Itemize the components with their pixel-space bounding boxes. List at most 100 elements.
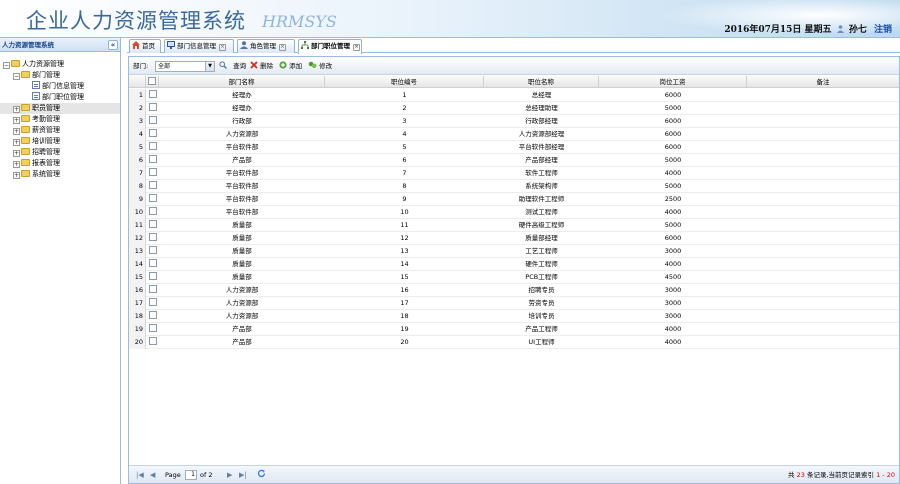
row-checkbox[interactable] bbox=[148, 324, 157, 332]
close-icon[interactable]: × bbox=[353, 44, 360, 51]
row-select-cell bbox=[146, 115, 159, 128]
prev-page-icon[interactable]: ◀ bbox=[150, 466, 155, 484]
col-header-dept[interactable]: 部门名称 bbox=[159, 76, 325, 88]
table-row[interactable]: 17 人力资源部 17 劳资专员 3000 bbox=[129, 297, 899, 310]
row-checkbox[interactable] bbox=[148, 181, 157, 189]
row-checkbox[interactable] bbox=[148, 233, 157, 241]
expand-icon[interactable]: + bbox=[13, 106, 20, 113]
dept-filter-select[interactable]: 全部 ▼ bbox=[155, 61, 215, 72]
tree-node-dept-management[interactable]: − 部门管理 bbox=[0, 70, 120, 81]
first-page-icon[interactable]: |◀ bbox=[136, 466, 144, 484]
expand-icon[interactable]: + bbox=[13, 128, 20, 135]
row-checkbox[interactable] bbox=[148, 168, 157, 176]
last-page-icon[interactable]: ▶| bbox=[239, 466, 247, 484]
row-checkbox[interactable] bbox=[148, 142, 157, 150]
row-checkbox[interactable] bbox=[148, 246, 157, 254]
table-row[interactable]: 4 人力资源部 4 人力资源部经理 6000 bbox=[129, 128, 899, 141]
table-row[interactable]: 18 人力资源部 18 培训专员 3000 bbox=[129, 310, 899, 323]
tree-node-salary[interactable]: + 薪资管理 bbox=[0, 125, 120, 136]
row-number: 16 bbox=[129, 284, 146, 297]
table-row[interactable]: 6 产品部 6 产品部经理 5000 bbox=[129, 154, 899, 167]
table-row[interactable]: 5 平台软件部 5 平台软件部经理 6000 bbox=[129, 141, 899, 154]
tree-node-staff-management[interactable]: + 职员管理 bbox=[0, 103, 120, 114]
tree-node-attendance[interactable]: + 考勤管理 bbox=[0, 114, 120, 125]
cell-position-name: 产品部经理 bbox=[525, 156, 558, 164]
table-row[interactable]: 1 经理办 1 总经理 6000 bbox=[129, 89, 899, 102]
table-row[interactable]: 7 平台软件部 7 软件工程师 4000 bbox=[129, 167, 899, 180]
cell-salary: 6000 bbox=[664, 91, 682, 99]
delete-button[interactable]: 删除 bbox=[250, 57, 273, 75]
row-checkbox[interactable] bbox=[148, 220, 157, 228]
row-number: 15 bbox=[129, 271, 146, 284]
row-checkbox[interactable] bbox=[148, 207, 157, 215]
row-checkbox[interactable] bbox=[148, 90, 157, 98]
tab-dept-info[interactable]: 部门信息管理 × bbox=[164, 39, 234, 53]
tab-home[interactable]: 首页 bbox=[129, 39, 161, 53]
expand-icon[interactable]: + bbox=[13, 117, 20, 124]
col-header-position-id[interactable]: 职位编号 bbox=[325, 76, 484, 88]
tab-role-management[interactable]: 角色管理 × bbox=[237, 39, 295, 53]
folder-icon bbox=[21, 104, 30, 111]
add-button[interactable]: 添加 bbox=[279, 57, 302, 75]
tree-node-dept-position[interactable]: 部门职位管理 bbox=[0, 92, 120, 103]
row-checkbox[interactable] bbox=[148, 337, 157, 345]
tree-node-dept-info[interactable]: 部门信息管理 bbox=[0, 81, 120, 92]
collapse-icon[interactable]: − bbox=[3, 62, 10, 69]
col-header-salary[interactable]: 岗位工资 bbox=[599, 76, 747, 88]
col-header-position-name[interactable]: 职位名称 bbox=[484, 76, 599, 88]
table-row[interactable]: 13 质量部 13 工艺工程师 3000 bbox=[129, 245, 899, 258]
close-icon[interactable]: × bbox=[219, 44, 226, 51]
cell-position-name: 硬件工程师 bbox=[525, 260, 558, 268]
refresh-icon[interactable] bbox=[257, 466, 266, 484]
next-page-icon[interactable]: ▶ bbox=[227, 466, 232, 484]
row-checkbox[interactable] bbox=[148, 129, 157, 137]
edit-button[interactable]: 修改 bbox=[308, 57, 332, 75]
table-row[interactable]: 19 产品部 19 产品工程师 4000 bbox=[129, 323, 899, 336]
row-checkbox[interactable] bbox=[148, 194, 157, 202]
sidebar: 人力资源管理系统 « − 人力资源管理 − 部门管理 部门信息管理 部门职位管理 +… bbox=[0, 38, 121, 484]
collapse-sidebar-button[interactable]: « bbox=[108, 40, 118, 50]
expand-icon[interactable]: + bbox=[13, 150, 20, 157]
row-checkbox[interactable] bbox=[148, 155, 157, 163]
table-row[interactable]: 15 质量部 15 PCB工程师 4500 bbox=[129, 271, 899, 284]
tree-node-recruitment[interactable]: + 招聘管理 bbox=[0, 147, 120, 158]
cell-position-id: 8 bbox=[402, 182, 407, 190]
table-row[interactable]: 2 经理办 2 总经理助理 5000 bbox=[129, 102, 899, 115]
chevron-down-icon[interactable]: ▼ bbox=[205, 62, 214, 71]
table-row[interactable]: 11 质量部 11 硬件高级工程师 5000 bbox=[129, 219, 899, 232]
expand-icon[interactable]: + bbox=[13, 161, 20, 168]
col-header-remark[interactable]: 备注 bbox=[747, 76, 899, 88]
table-row[interactable]: 9 平台软件部 9 助理软件工程师 2500 bbox=[129, 193, 899, 206]
expand-icon[interactable]: + bbox=[13, 172, 20, 179]
row-checkbox[interactable] bbox=[148, 259, 157, 267]
close-icon[interactable]: × bbox=[279, 44, 286, 51]
row-checkbox[interactable] bbox=[148, 311, 157, 319]
collapse-icon[interactable]: − bbox=[13, 73, 20, 80]
row-checkbox[interactable] bbox=[148, 285, 157, 293]
table-row[interactable]: 12 质量部 12 质量部经理 6000 bbox=[129, 232, 899, 245]
tree-node-hr-management[interactable]: − 人力资源管理 bbox=[0, 59, 120, 70]
table-row[interactable]: 10 平台软件部 10 测试工程师 4000 bbox=[129, 206, 899, 219]
cell-salary: 4000 bbox=[664, 338, 682, 346]
table-row[interactable]: 14 质量部 14 硬件工程师 4000 bbox=[129, 258, 899, 271]
row-checkbox[interactable] bbox=[148, 298, 157, 306]
page-number-input[interactable]: 1 bbox=[185, 470, 197, 480]
table-row[interactable]: 3 行政部 3 行政部经理 6000 bbox=[129, 115, 899, 128]
home-icon bbox=[132, 41, 140, 49]
tree-node-reports[interactable]: + 报表管理 bbox=[0, 158, 120, 169]
row-checkbox[interactable] bbox=[148, 272, 157, 280]
table-row[interactable]: 16 人力资源部 16 招聘专员 3000 bbox=[129, 284, 899, 297]
table-row[interactable]: 20 产品部 20 UI工程师 4000 bbox=[129, 336, 899, 349]
expand-icon[interactable]: + bbox=[13, 139, 20, 146]
row-select-cell bbox=[146, 258, 159, 271]
logout-link[interactable]: 注销 bbox=[874, 25, 892, 35]
tree-node-training[interactable]: + 培训管理 bbox=[0, 136, 120, 147]
select-all-checkbox[interactable] bbox=[148, 77, 156, 85]
tree-node-system[interactable]: + 系统管理 bbox=[0, 169, 120, 180]
cell-position-id: 17 bbox=[400, 299, 409, 307]
row-checkbox[interactable] bbox=[148, 103, 157, 111]
row-checkbox[interactable] bbox=[148, 116, 157, 124]
tab-dept-position[interactable]: 部门职位管理 × bbox=[298, 39, 362, 54]
query-button[interactable]: 查询 bbox=[219, 57, 246, 75]
table-row[interactable]: 8 平台软件部 8 系统架构师 5000 bbox=[129, 180, 899, 193]
